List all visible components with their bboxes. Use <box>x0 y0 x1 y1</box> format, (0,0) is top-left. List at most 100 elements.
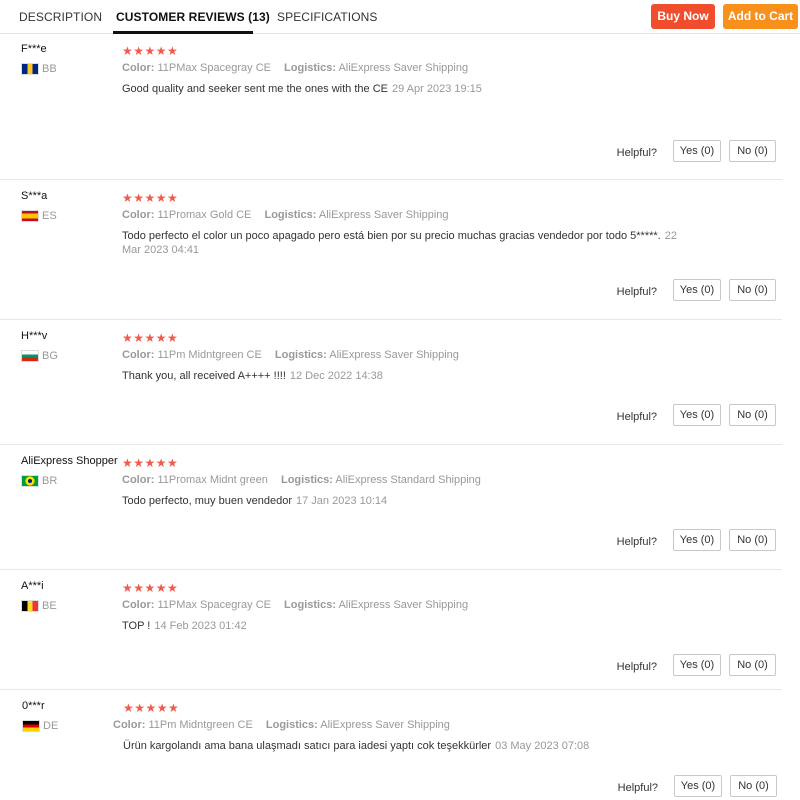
color-label: Color: <box>122 62 155 74</box>
review-meta: Color: 11PMax Spacegray CE Logistics: Al… <box>122 62 468 74</box>
reviewer-country: BG <box>21 350 58 362</box>
review-item: S***a ES ★★★★★ Color: 11Promax Gold CE L… <box>0 182 782 320</box>
star-rating: ★★★★★ <box>122 581 179 595</box>
review-item: AliExpress Shopper BR ★★★★★ Color: 11Pro… <box>0 447 782 570</box>
tab-bar: DESCRIPTION CUSTOMER REVIEWS (13) SPECIF… <box>0 0 800 34</box>
reviewer-name: A***i <box>21 580 44 592</box>
logistics-label: Logistics: <box>265 719 318 731</box>
reviewer-name: F***e <box>21 43 47 55</box>
color-value: 11Pm Midntgreen CE <box>148 719 253 731</box>
color-value: 11Pm Midntgreen CE <box>157 349 262 361</box>
helpful-yes-button[interactable]: Yes (0) <box>673 279 721 301</box>
reviewer-country: BE <box>21 600 57 612</box>
reviewer-country: BR <box>21 475 57 487</box>
star-rating: ★★★★★ <box>122 331 179 345</box>
logistics-value: AliExpress Saver Shipping <box>329 349 459 361</box>
review-body: Todo perfecto el color un poco apagado p… <box>122 230 661 242</box>
tab-customer-reviews[interactable]: CUSTOMER REVIEWS (13) <box>116 10 270 24</box>
color-label: Color: <box>113 719 146 731</box>
buy-now-button[interactable]: Buy Now <box>651 4 715 29</box>
belgium-flag-icon <box>21 600 39 612</box>
logistics-value: AliExpress Saver Shipping <box>338 599 469 611</box>
barbados-flag-icon <box>21 63 39 75</box>
review-item: 0***r DE ★★★★★ Color: 11Pm Midntgreen CE… <box>0 692 782 800</box>
logistics-value: AliExpress Standard Shipping <box>335 474 481 486</box>
logistics-value: AliExpress Saver Shipping <box>338 62 469 74</box>
review-meta: Color: 11Promax Gold CE Logistics: AliEx… <box>122 209 449 221</box>
color-label: Color: <box>122 209 155 221</box>
review-text: Good quality and seeker sent me the ones… <box>122 82 702 96</box>
color-value: 11PMax Spacegray CE <box>157 62 271 74</box>
country-code: BE <box>42 600 57 612</box>
country-code: DE <box>43 720 59 732</box>
reviewer-name: S***a <box>21 190 48 202</box>
helpful-no-button[interactable]: No (0) <box>729 279 776 301</box>
reviewer-name: AliExpress Shopper <box>21 455 118 467</box>
helpful-label: Helpful? <box>616 661 657 673</box>
review-text: Thank you, all received A++++ !!!! 12 Dec… <box>122 369 702 383</box>
tab-specifications[interactable]: SPECIFICATIONS <box>277 10 378 24</box>
reviewer-name: H***v <box>21 330 48 342</box>
helpful-label: Helpful? <box>616 147 657 159</box>
review-date: 29 Apr 2023 19:15 <box>392 83 482 95</box>
helpful-no-button[interactable]: No (0) <box>730 775 777 797</box>
helpful-controls: Helpful? Yes (0) No (0) <box>617 140 776 162</box>
helpful-controls: Helpful? Yes (0) No (0) <box>618 775 777 797</box>
review-meta: Color: 11Pm Midntgreen CE Logistics: Ali… <box>113 719 450 731</box>
color-label: Color: <box>122 349 155 361</box>
star-rating: ★★★★★ <box>122 44 179 58</box>
country-code: BG <box>42 350 58 362</box>
helpful-no-button[interactable]: No (0) <box>729 404 776 426</box>
helpful-label: Helpful? <box>616 411 657 423</box>
country-code: ES <box>42 210 57 222</box>
review-date: 17 Jan 2023 10:14 <box>296 495 388 507</box>
tab-description[interactable]: DESCRIPTION <box>19 10 102 24</box>
review-date: 12 Dec 2022 14:38 <box>289 370 383 382</box>
logistics-label: Logistics: <box>284 62 336 74</box>
helpful-label: Helpful? <box>617 782 658 794</box>
helpful-controls: Helpful? Yes (0) No (0) <box>617 404 776 426</box>
brazil-flag-icon <box>21 475 39 487</box>
helpful-label: Helpful? <box>616 286 657 298</box>
helpful-yes-button[interactable]: Yes (0) <box>673 140 721 162</box>
helpful-yes-button[interactable]: Yes (0) <box>674 775 722 797</box>
helpful-controls: Helpful? Yes (0) No (0) <box>617 529 776 551</box>
review-body: TOP ! <box>122 620 151 632</box>
review-item: F***e BB ★★★★★ Color: 11PMax Spacegray C… <box>0 35 782 180</box>
spain-flag-icon <box>21 210 39 222</box>
helpful-no-button[interactable]: No (0) <box>729 140 776 162</box>
review-text: TOP ! 14 Feb 2023 01:42 <box>122 619 702 633</box>
helpful-yes-button[interactable]: Yes (0) <box>673 404 721 426</box>
country-code: BR <box>42 475 58 487</box>
logistics-label: Logistics: <box>284 599 336 611</box>
germany-flag-icon <box>22 720 40 732</box>
logistics-label: Logistics: <box>264 209 317 221</box>
helpful-yes-button[interactable]: Yes (0) <box>673 529 721 551</box>
logistics-value: AliExpress Saver Shipping <box>318 209 449 221</box>
logistics-value: AliExpress Saver Shipping <box>320 719 450 731</box>
helpful-no-button[interactable]: No (0) <box>729 529 776 551</box>
color-value: 11PMax Spacegray CE <box>157 599 271 611</box>
star-rating: ★★★★★ <box>122 456 179 470</box>
add-to-cart-button[interactable]: Add to Cart <box>723 4 798 29</box>
active-tab-indicator <box>113 31 253 34</box>
star-rating: ★★★★★ <box>122 191 179 205</box>
review-body: Good quality and seeker sent me the ones… <box>122 83 388 95</box>
bulgaria-flag-icon <box>21 350 39 362</box>
helpful-no-button[interactable]: No (0) <box>729 654 776 676</box>
helpful-controls: Helpful? Yes (0) No (0) <box>617 279 776 301</box>
logistics-label: Logistics: <box>280 474 333 486</box>
review-body: Ürün kargolandı ama bana ulaşmadı satıcı… <box>123 740 492 752</box>
helpful-controls: Helpful? Yes (0) No (0) <box>617 654 776 676</box>
review-item: H***v BG ★★★★★ Color: 11Pm Midntgreen CE… <box>0 322 782 445</box>
star-rating: ★★★★★ <box>123 701 180 715</box>
reviewer-country: BB <box>21 63 57 75</box>
color-label: Color: <box>122 599 155 611</box>
review-text: Todo perfecto, muy buen vendedor 17 Jan 2… <box>122 494 702 508</box>
review-text: Todo perfecto el color un poco apagado p… <box>122 229 697 257</box>
helpful-label: Helpful? <box>616 536 657 548</box>
helpful-yes-button[interactable]: Yes (0) <box>673 654 721 676</box>
review-body: Thank you, all received A++++ !!!! <box>122 370 286 382</box>
review-date: 03 May 2023 07:08 <box>495 740 590 752</box>
color-value: 11Promax Gold CE <box>157 209 252 221</box>
